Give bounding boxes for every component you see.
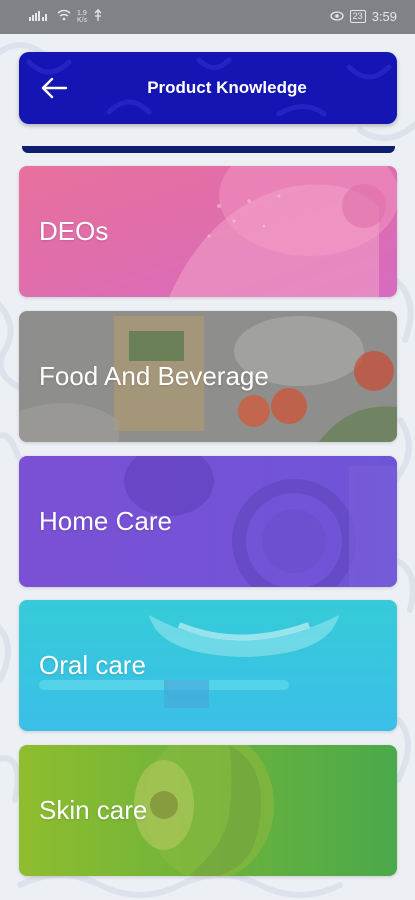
wifi-icon: [57, 9, 71, 24]
category-label-skin-care: Skin care: [39, 795, 148, 825]
eye-comfort-icon: [330, 10, 344, 24]
signal-icon: [29, 9, 51, 24]
battery-level: 23: [352, 11, 363, 21]
category-label-home-care: Home Care: [39, 506, 172, 536]
category-label-deos: DEOs: [39, 216, 109, 246]
battery-indicator: 23: [349, 10, 366, 23]
app-header: Product Knowledge: [19, 52, 397, 124]
network-speed-value: 1.9: [77, 9, 87, 17]
category-card-deos[interactable]: DEOs: [19, 166, 397, 297]
clock: 3:59: [371, 9, 397, 24]
category-card-home-care[interactable]: Home Care: [19, 456, 397, 587]
network-speed-unit: K/s: [77, 16, 88, 24]
status-bar: 1.9 K/s 23 3:59: [0, 0, 415, 34]
category-card-food-and-beverage[interactable]: Food And Beverage: [19, 311, 397, 442]
category-label-food-and-beverage: Food And Beverage: [39, 361, 269, 391]
category-label-oral-care: Oral care: [39, 650, 146, 680]
page-title: Product Knowledge: [147, 78, 307, 97]
network-speed: 1.9 K/s: [77, 10, 87, 24]
category-card-skin-care[interactable]: Skin care: [19, 745, 397, 876]
header-underline: [22, 146, 395, 153]
category-card-oral-care[interactable]: Oral care: [19, 600, 397, 731]
usb-icon: [93, 9, 103, 24]
